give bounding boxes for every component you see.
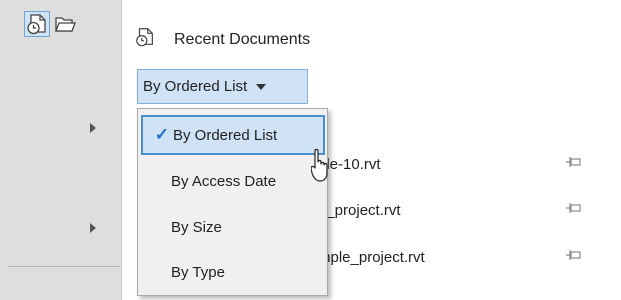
- folder-icon: [55, 17, 76, 32]
- recent-documents-tool-button[interactable]: [24, 11, 50, 37]
- page-title: Recent Documents: [174, 31, 311, 48]
- sort-dropdown-button[interactable]: By Ordered List: [137, 69, 308, 104]
- recent-documents-icon: [27, 14, 46, 35]
- recent-documents-icon: [136, 28, 153, 47]
- checkmark-icon: ✓: [154, 125, 169, 144]
- sort-selected-label: By Ordered List: [143, 78, 248, 95]
- file-item[interactable]: e_project.rvt: [318, 202, 401, 219]
- expand-chevron-icon[interactable]: [90, 223, 96, 233]
- menu-item-ordered-list[interactable]: ✓ By Ordered List: [141, 115, 325, 155]
- left-panel: [0, 0, 121, 300]
- pin-icon[interactable]: [566, 249, 582, 261]
- menu-item-size[interactable]: By Size: [141, 207, 325, 247]
- pin-icon[interactable]: [566, 202, 582, 214]
- open-folder-tool-button[interactable]: [52, 11, 78, 37]
- expand-chevron-icon[interactable]: [90, 123, 96, 133]
- hand-cursor-icon: [311, 148, 328, 182]
- file-item[interactable]: mple_project.rvt: [318, 249, 425, 266]
- menu-item-type[interactable]: By Type: [141, 252, 325, 292]
- sort-menu: ✓ By Ordered List By Access Date By Size…: [137, 108, 328, 296]
- chevron-down-icon: [256, 83, 267, 90]
- panel-divider: [8, 266, 120, 267]
- menu-item-access-date[interactable]: By Access Date: [141, 161, 325, 201]
- pin-icon[interactable]: [566, 156, 582, 168]
- panel-border: [121, 0, 122, 300]
